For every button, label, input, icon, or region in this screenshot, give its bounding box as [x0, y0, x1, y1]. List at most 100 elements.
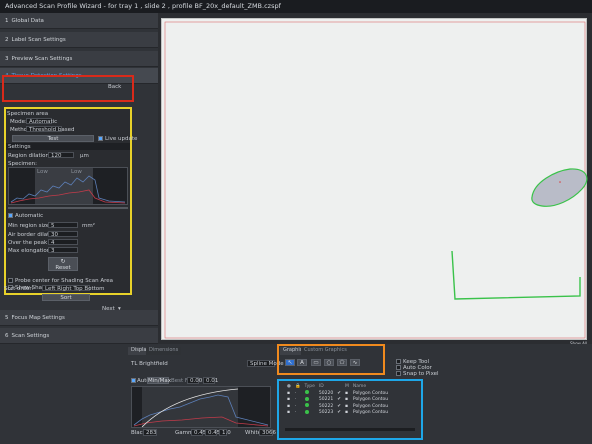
live-update-label: Live update	[105, 136, 138, 142]
sort-button[interactable]: Sort	[42, 294, 90, 301]
reset-label: Reset	[55, 265, 71, 271]
lock-icon[interactable]: ·	[293, 410, 303, 417]
specimen-contour-tissue	[531, 168, 588, 207]
step-label: Scan Settings	[11, 333, 50, 339]
bestfit-max-input[interactable]: 0.01	[203, 377, 218, 384]
sort-order-select[interactable]: Left Right Top Bottom	[42, 285, 105, 292]
live-update-checkbox[interactable]	[98, 136, 103, 141]
step-label: Label Scan Settings	[11, 37, 66, 43]
select-tool-icon[interactable]: ↖	[285, 359, 295, 366]
step-label: Global Data	[11, 18, 44, 24]
probe-center-label: Probe center for Shading Scan Area	[15, 278, 113, 284]
method-select[interactable]: Threshold based	[26, 126, 74, 133]
table-row[interactable]: ▪ · 50223 ✔ ▪ Polygon Contou	[285, 409, 390, 417]
display-panel: Display Dimensions TL Brightfield Spline…	[125, 344, 592, 444]
window-title: Advanced Scan Profile Wizard -	[5, 2, 106, 10]
auto-checkbox[interactable]	[131, 378, 136, 383]
tissue-overlay	[164, 21, 588, 339]
dilation-unit: µm	[80, 153, 89, 159]
text-tool-icon[interactable]: A	[297, 359, 307, 366]
row-id: 50220	[318, 390, 334, 396]
channel-label: TL Brightfield	[131, 361, 168, 367]
specimen-area-header: Specimen area	[7, 111, 49, 117]
step-label: Preview Scan Settings	[11, 56, 73, 62]
auto-color-checkbox[interactable]	[396, 365, 401, 370]
black-input[interactable]: 283	[143, 429, 157, 436]
contour-type-icon	[304, 396, 309, 401]
settings-section-bar[interactable]: Settings	[6, 143, 130, 150]
row-id: 50221	[318, 397, 334, 403]
display-curve-histogram[interactable]	[131, 386, 271, 428]
step-label: Focus Map Settings	[11, 315, 65, 321]
settings-label: Settings	[8, 144, 31, 150]
snap-pixel-label: Snap to Pixel	[403, 371, 439, 377]
bestfit-min-input[interactable]: 0.00	[187, 377, 202, 384]
row-id: 50222	[318, 403, 334, 409]
curve-tool-icon[interactable]: ∿	[350, 359, 360, 366]
row-id: 50223	[318, 410, 334, 416]
histogram-plot	[10, 168, 126, 204]
step-focus-map[interactable]: 5 Focus Map Settings	[0, 310, 158, 326]
step-scan-settings[interactable]: 6 Scan Settings	[0, 328, 158, 344]
image-viewer[interactable]: Show All	[160, 13, 592, 346]
gamma-input[interactable]: 0.45	[191, 429, 206, 436]
histogram-high-label: Low	[71, 169, 82, 175]
min-region-input[interactable]: 5	[48, 222, 78, 229]
step-label-scan[interactable]: 2 Label Scan Settings	[0, 32, 158, 48]
air-border-input[interactable]: 30	[48, 231, 78, 238]
snap-pixel-checkbox[interactable]	[396, 371, 401, 376]
visible-icon[interactable]: ▪	[285, 410, 293, 417]
reset-icon: ↻	[60, 258, 66, 265]
reset-button[interactable]: ↻ Reset	[48, 257, 78, 271]
row-name: Polygon Contou	[352, 397, 389, 403]
rectangle-tool-icon[interactable]: ▭	[311, 359, 321, 366]
max-elongation-label: Max elongation:	[8, 248, 53, 254]
test-button[interactable]: Test	[12, 135, 94, 142]
tab-dimensions[interactable]: Dimensions	[146, 347, 182, 355]
spline-mode-select[interactable]: Spline Mode	[247, 360, 284, 367]
sort-order-label: Sort order:	[4, 286, 34, 292]
keep-tool-checkbox[interactable]	[396, 359, 401, 364]
dilation-input[interactable]: 120	[48, 152, 74, 159]
col-type: Type	[304, 384, 315, 390]
gamma-input-b[interactable]: 0.45	[205, 429, 220, 436]
display-range	[142, 387, 238, 427]
display-curve-plot	[133, 387, 269, 427]
over-peak-input[interactable]: 4	[48, 239, 78, 246]
minmax-button[interactable]: Min/Max	[147, 377, 171, 384]
min-region-label: Min region size:	[8, 223, 52, 229]
histogram-low-label: Low	[37, 169, 48, 175]
automatic-checkbox[interactable]	[8, 213, 13, 218]
min-region-unit: mm²	[82, 223, 95, 229]
tab-custom-graphics[interactable]: Custom Graphics	[301, 347, 350, 355]
polygon-tool-icon[interactable]: ⬠	[337, 359, 347, 366]
row-name: Polygon Contou	[352, 410, 389, 416]
title-bar: Advanced Scan Profile Wizard - for tray …	[0, 0, 592, 13]
tissue-marker	[559, 181, 561, 183]
tissue-settings-panel: Specimen area Mode: Automatic Method: Th…	[4, 107, 137, 295]
window-subtitle: for tray 1 , slide 2 , profile BF_20x_de…	[107, 2, 281, 10]
ellipse-tool-icon[interactable]: ○	[324, 359, 334, 366]
contour-type-icon	[304, 390, 309, 395]
graphics-table: ● 🔒 Type ID M Name ▪ · 50220 ✔ ▪ Polygon C…	[285, 384, 390, 416]
mode-select[interactable]: Automatic	[26, 118, 57, 125]
table-scrollbar[interactable]	[285, 428, 415, 431]
histogram-slider-track[interactable]	[8, 207, 128, 209]
gamma-input-c[interactable]: 1.0	[219, 429, 231, 436]
white-input[interactable]: 3066	[259, 429, 276, 436]
measure-icon: ▪	[345, 410, 349, 416]
max-elongation-input[interactable]: 3	[48, 247, 78, 254]
step-global-data[interactable]: 1 Global Data	[0, 13, 158, 29]
row-name: Polygon Contou	[352, 403, 389, 409]
back-link[interactable]: Back	[108, 84, 121, 90]
automatic-label: Automatic	[15, 213, 44, 219]
check-icon[interactable]: ✔	[335, 410, 343, 417]
slide-preview-image[interactable]	[161, 18, 588, 340]
contour-type-icon	[304, 403, 309, 408]
specimen-histogram[interactable]: Low Low	[8, 167, 128, 205]
step-preview-scan[interactable]: 3 Preview Scan Settings	[0, 51, 158, 67]
specimen-contour-edge	[451, 250, 581, 300]
contour-type-icon	[304, 409, 309, 414]
probe-center-checkbox[interactable]	[8, 278, 13, 283]
mode-label: Mode:	[10, 119, 27, 125]
